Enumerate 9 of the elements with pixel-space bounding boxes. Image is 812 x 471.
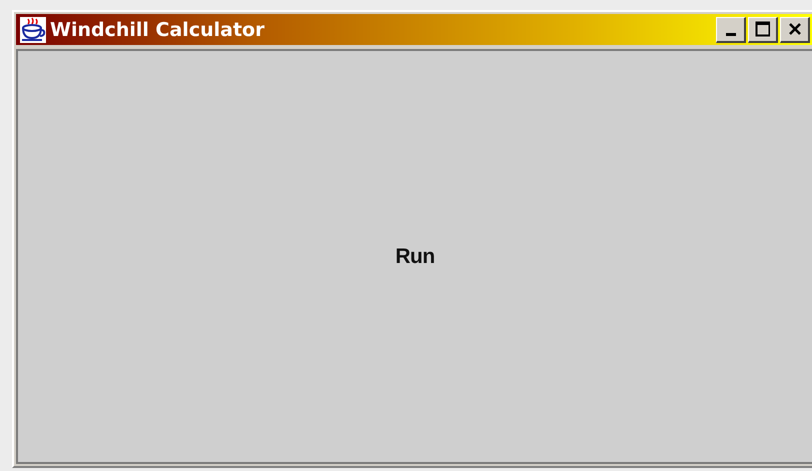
coffee-cup-icon [20,16,46,42]
minimize-button[interactable] [716,16,746,42]
maximize-button[interactable] [748,16,778,42]
window-title: Windchill Calculator [50,18,266,40]
close-icon [788,22,802,36]
minimize-icon [726,32,736,36]
run-button[interactable]: Run [16,49,812,464]
maximize-icon [755,21,770,37]
close-button[interactable] [780,16,810,42]
